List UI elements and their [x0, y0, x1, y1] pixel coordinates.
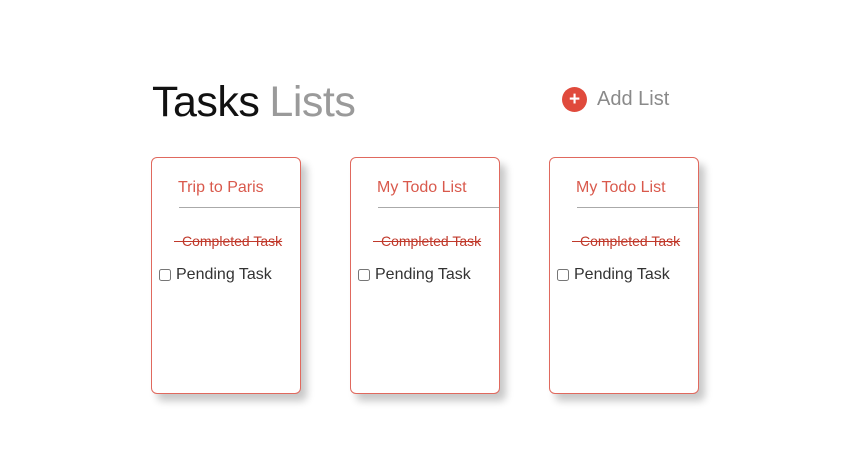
list-card: Trip to Paris Completed Task Pending Tas… [151, 157, 301, 394]
page-header: Tasks Lists [152, 78, 356, 130]
task-label: Pending Task [574, 266, 670, 283]
task-label: Pending Task [176, 266, 272, 283]
title-underline [378, 207, 499, 208]
completed-task[interactable]: Completed Task [372, 233, 482, 249]
list-card: My Todo List Completed Task Pending Task [549, 157, 699, 394]
pending-task[interactable]: Pending Task [158, 266, 272, 284]
task-label: Pending Task [375, 266, 471, 283]
page-title: Tasks [152, 78, 260, 126]
page-subtitle: Lists [269, 78, 356, 126]
completed-task[interactable]: Completed Task [571, 233, 681, 249]
list-title[interactable]: My Todo List [377, 179, 499, 197]
title-underline [179, 207, 300, 208]
list-title[interactable]: My Todo List [576, 179, 698, 197]
add-list-button[interactable]: + Add List [562, 87, 669, 112]
plus-circle-icon: + [562, 87, 587, 112]
task-checkbox[interactable] [358, 269, 370, 281]
completed-task[interactable]: Completed Task [173, 233, 283, 249]
task-checkbox[interactable] [557, 269, 569, 281]
list-title[interactable]: Trip to Paris [178, 179, 300, 197]
pending-task[interactable]: Pending Task [357, 266, 471, 284]
title-underline [577, 207, 698, 208]
add-list-label: Add List [597, 88, 670, 110]
task-checkbox[interactable] [159, 269, 171, 281]
pending-task[interactable]: Pending Task [556, 266, 670, 284]
list-card: My Todo List Completed Task Pending Task [350, 157, 500, 394]
